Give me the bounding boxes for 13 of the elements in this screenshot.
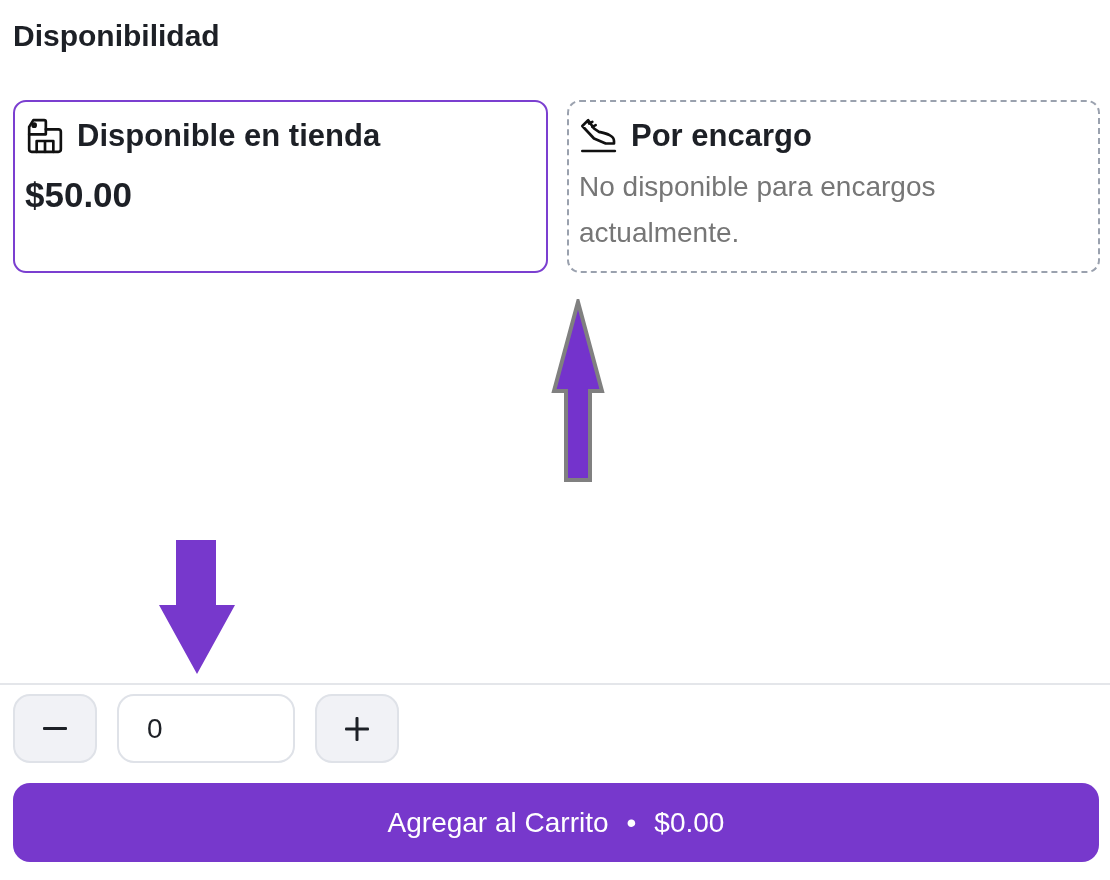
option-note: No disponible para encargos actualmente. — [579, 170, 937, 250]
minus-icon — [43, 727, 67, 730]
quantity-field[interactable]: 0 — [117, 694, 295, 763]
add-to-cart-button[interactable]: Agregar al Carrito • $0.00 — [13, 783, 1099, 862]
plus-icon — [345, 716, 369, 741]
option-title: Disponible en tienda — [77, 117, 381, 155]
section-title: Disponibilidad — [13, 18, 220, 54]
store-tag-icon — [25, 116, 65, 156]
option-price: $50.00 — [25, 174, 133, 216]
availability-option-card[interactable]: Por encargo No disponible para encargos actualmente. — [567, 100, 1100, 273]
increase-button[interactable] — [315, 694, 399, 763]
option-title: Por encargo — [631, 117, 812, 155]
availability-option-card[interactable]: Disponible en tienda $50.00 — [13, 100, 548, 273]
